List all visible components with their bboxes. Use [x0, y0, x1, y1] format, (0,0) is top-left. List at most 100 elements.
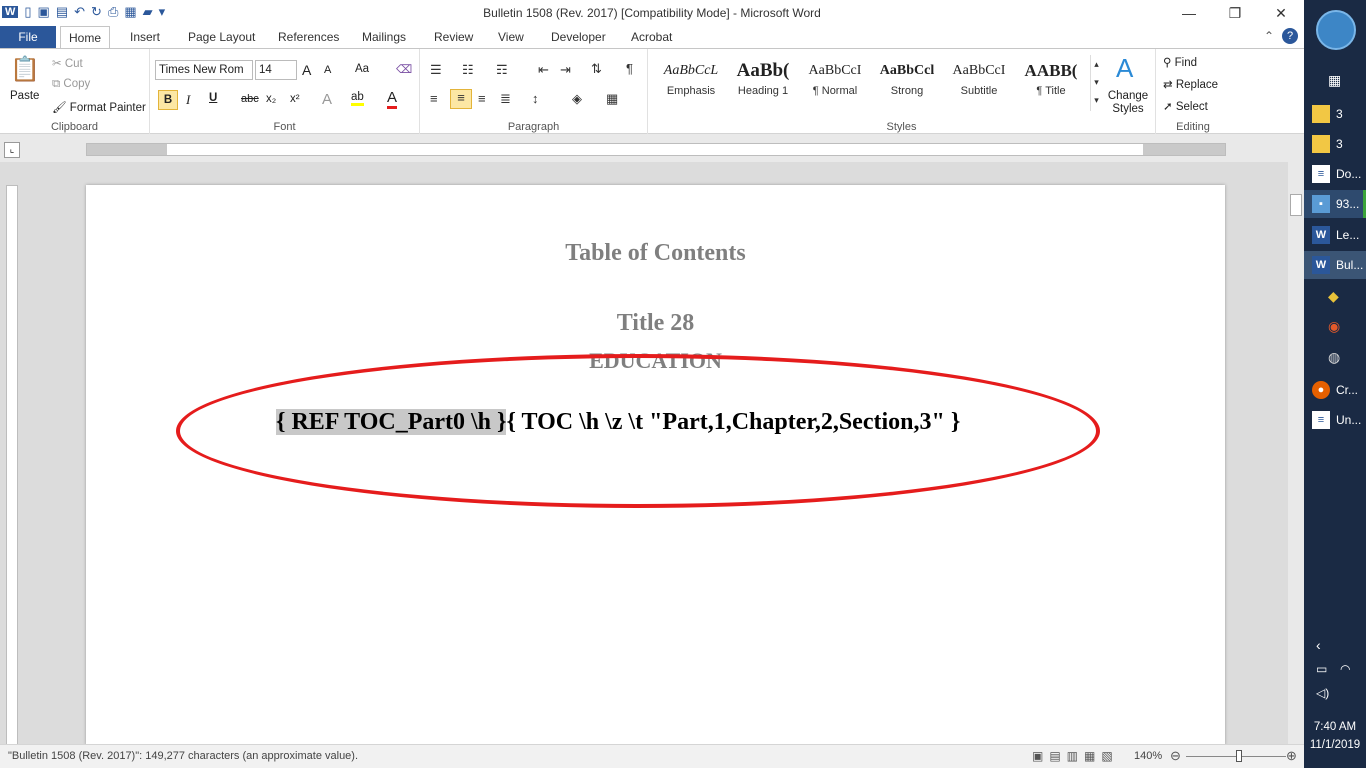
- find-button[interactable]: ⚲ Find: [1163, 55, 1197, 69]
- scroll-thumb[interactable]: [1290, 194, 1302, 216]
- change-case-button[interactable]: Aa: [355, 63, 369, 75]
- replace-button[interactable]: ⇄ Replace: [1163, 77, 1218, 91]
- taskbar-label: Do...: [1336, 167, 1362, 181]
- style-heading-1[interactable]: AaBb(Heading 1: [728, 57, 798, 107]
- app-pin-icon[interactable]: ◆: [1328, 288, 1339, 305]
- italic-button[interactable]: I: [186, 92, 190, 108]
- strikethrough-button[interactable]: abc: [241, 93, 259, 105]
- select-button[interactable]: ➚ Select: [1163, 99, 1208, 113]
- globe-icon[interactable]: ◍: [1328, 349, 1340, 366]
- tab-review[interactable]: Review: [426, 26, 481, 48]
- styles-scroll-icon[interactable]: ▴ ▾ ▾: [1090, 55, 1102, 111]
- zoom-in-icon[interactable]: ⊕: [1286, 748, 1297, 764]
- change-styles-icon[interactable]: A: [1116, 53, 1133, 84]
- editing-group: ⚲ Find ⇄ Replace ➚ Select Editing: [1156, 49, 1230, 134]
- format-painter-button[interactable]: 🖌 Format Painter: [52, 100, 146, 114]
- align-right-icon[interactable]: ≡: [478, 91, 486, 106]
- wifi-icon[interactable]: ◠: [1340, 662, 1350, 676]
- taskbar-item-firefox[interactable]: ● Cr...: [1304, 376, 1366, 404]
- collapse-ribbon-icon[interactable]: ⌃: [1264, 29, 1274, 43]
- tab-references[interactable]: References: [270, 26, 347, 48]
- decrease-indent-icon[interactable]: ⇤: [538, 62, 549, 78]
- close-button[interactable]: ✕: [1258, 0, 1304, 26]
- tab-file[interactable]: File: [0, 26, 56, 48]
- battery-icon[interactable]: ▭: [1316, 662, 1327, 676]
- multilevel-list-icon[interactable]: ☶: [496, 62, 508, 78]
- taskbar-item-doc[interactable]: ≡ Do...: [1304, 160, 1366, 188]
- style-preview: AaBbCcI: [952, 63, 1006, 78]
- taskbar-item-word-le[interactable]: W Le...: [1304, 221, 1366, 249]
- cut-button[interactable]: ✂ Cut: [52, 56, 83, 70]
- shading-icon[interactable]: ◈: [572, 91, 582, 107]
- style-emphasis[interactable]: AaBbCcL Emphasis: [656, 57, 726, 107]
- tab-page-layout[interactable]: Page Layout: [180, 26, 263, 48]
- ccleaner-icon[interactable]: ◉: [1328, 318, 1340, 335]
- paragraph-group: ☰ ☷ ☶ ⇤ ⇥ ⇅ ¶ ≡ ≡ ≡ ≣ ↕ ◈ ▦ Paragraph: [420, 49, 648, 134]
- taskbar-item-folder-2[interactable]: 3: [1304, 130, 1366, 158]
- tab-developer[interactable]: Developer: [543, 26, 614, 48]
- increase-indent-icon[interactable]: ⇥: [560, 62, 571, 78]
- line-spacing-icon[interactable]: ↕: [532, 91, 539, 106]
- sort-icon[interactable]: ⇅: [591, 61, 602, 77]
- font-color-icon[interactable]: A: [387, 89, 398, 109]
- align-left-icon[interactable]: ≡: [430, 91, 438, 106]
- style-normal[interactable]: AaBbCcI ¶ Normal: [800, 57, 870, 107]
- vertical-ruler[interactable]: [6, 185, 18, 745]
- tab-acrobat[interactable]: Acrobat: [623, 26, 680, 48]
- tab-home[interactable]: Home: [60, 26, 111, 49]
- title-bar: W ▯ ▣ ▤ ↶ ↻ ⎙ ▦ ▰ ▾ Bulletin 1508 (Rev. …: [0, 0, 1304, 26]
- superscript-button[interactable]: x²: [290, 93, 300, 105]
- zoom-out-icon[interactable]: ⊖: [1170, 748, 1181, 764]
- taskbar-item-un[interactable]: ≡ Un...: [1304, 406, 1366, 434]
- taskbar-item-93[interactable]: ▪ 93...: [1304, 190, 1366, 218]
- format-painter-label: Format Painter: [69, 102, 146, 114]
- tab-view[interactable]: View: [490, 26, 532, 48]
- calculator-icon[interactable]: ▦: [1328, 72, 1341, 89]
- font-size-dropdown[interactable]: 14: [255, 60, 297, 80]
- borders-icon[interactable]: ▦: [606, 91, 618, 107]
- style-title[interactable]: AABB(¶ Title: [1016, 57, 1086, 107]
- horizontal-ruler[interactable]: [86, 143, 1226, 156]
- paste-button[interactable]: Paste: [10, 90, 39, 102]
- taskbar-label: 93...: [1336, 197, 1360, 211]
- zoom-level[interactable]: 140%: [1134, 750, 1162, 762]
- grow-font-button[interactable]: A: [302, 62, 311, 78]
- volume-icon[interactable]: ◁): [1316, 686, 1329, 700]
- numbering-icon[interactable]: ☷: [462, 62, 474, 78]
- chevron-left-icon[interactable]: ‹: [1316, 637, 1321, 653]
- help-icon[interactable]: ?: [1282, 28, 1298, 44]
- tab-mailings[interactable]: Mailings: [354, 26, 414, 48]
- document-icon: ≡: [1312, 411, 1330, 429]
- taskbar-clock[interactable]: 7:40 AM 11/1/2019: [1304, 718, 1366, 754]
- justify-icon[interactable]: ≣: [500, 91, 511, 107]
- style-strong[interactable]: AaBbCcl Strong: [872, 57, 942, 107]
- tab-insert[interactable]: Insert: [122, 26, 168, 48]
- vertical-scrollbar[interactable]: [1288, 162, 1304, 744]
- copy-button[interactable]: ⧉ Copy: [52, 78, 90, 91]
- bold-button[interactable]: B: [158, 90, 178, 110]
- clipboard-label: Clipboard: [50, 121, 99, 133]
- minimize-button[interactable]: —: [1166, 0, 1212, 26]
- change-styles-button[interactable]: Change Styles: [1104, 90, 1152, 116]
- zoom-slider-thumb[interactable]: [1236, 750, 1242, 762]
- text-effects-icon[interactable]: A: [322, 91, 332, 108]
- align-center-icon[interactable]: ≡: [450, 89, 472, 109]
- tab-selector-icon[interactable]: ⌞: [4, 142, 20, 158]
- taskbar-item-folder-1[interactable]: 3: [1304, 100, 1366, 128]
- bullets-icon[interactable]: ☰: [430, 62, 442, 78]
- start-button[interactable]: [1316, 10, 1356, 50]
- shrink-font-button[interactable]: A: [324, 64, 331, 76]
- view-buttons-icon[interactable]: ▣▤▥▦▧: [1032, 749, 1119, 763]
- underline-button[interactable]: U: [209, 92, 217, 104]
- clear-formatting-icon[interactable]: ⌫: [396, 62, 412, 76]
- brush-icon: 🖌: [52, 102, 70, 114]
- style-subtitle[interactable]: AaBbCcI Subtitle: [944, 57, 1014, 107]
- taskbar-item-word-bul[interactable]: W Bul...: [1304, 251, 1366, 279]
- paragraph-label: Paragraph: [507, 121, 560, 133]
- restore-button[interactable]: ❐: [1212, 0, 1258, 26]
- paste-icon[interactable]: 📋: [10, 55, 40, 85]
- font-name-dropdown[interactable]: Times New Rom: [155, 60, 253, 80]
- show-marks-icon[interactable]: ¶: [626, 61, 633, 76]
- highlight-icon[interactable]: ab: [351, 91, 364, 106]
- subscript-button[interactable]: x₂: [266, 93, 276, 105]
